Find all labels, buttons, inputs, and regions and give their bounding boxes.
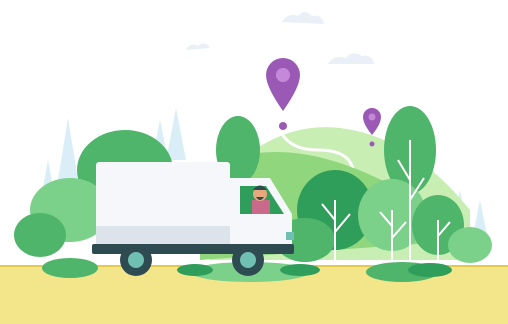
clouds xyxy=(186,12,374,64)
map-pin-icon xyxy=(266,58,300,111)
delivery-truck-icon xyxy=(92,162,294,276)
truck-wheel-front xyxy=(232,244,264,276)
cloud-icon xyxy=(282,12,324,24)
delivery-illustration xyxy=(0,12,508,324)
map-pin-large xyxy=(266,58,300,130)
map-pin-icon xyxy=(363,108,381,135)
cloud-icon xyxy=(328,53,374,64)
truck-wheel-rear xyxy=(120,244,152,276)
cloud-icon xyxy=(186,43,210,50)
